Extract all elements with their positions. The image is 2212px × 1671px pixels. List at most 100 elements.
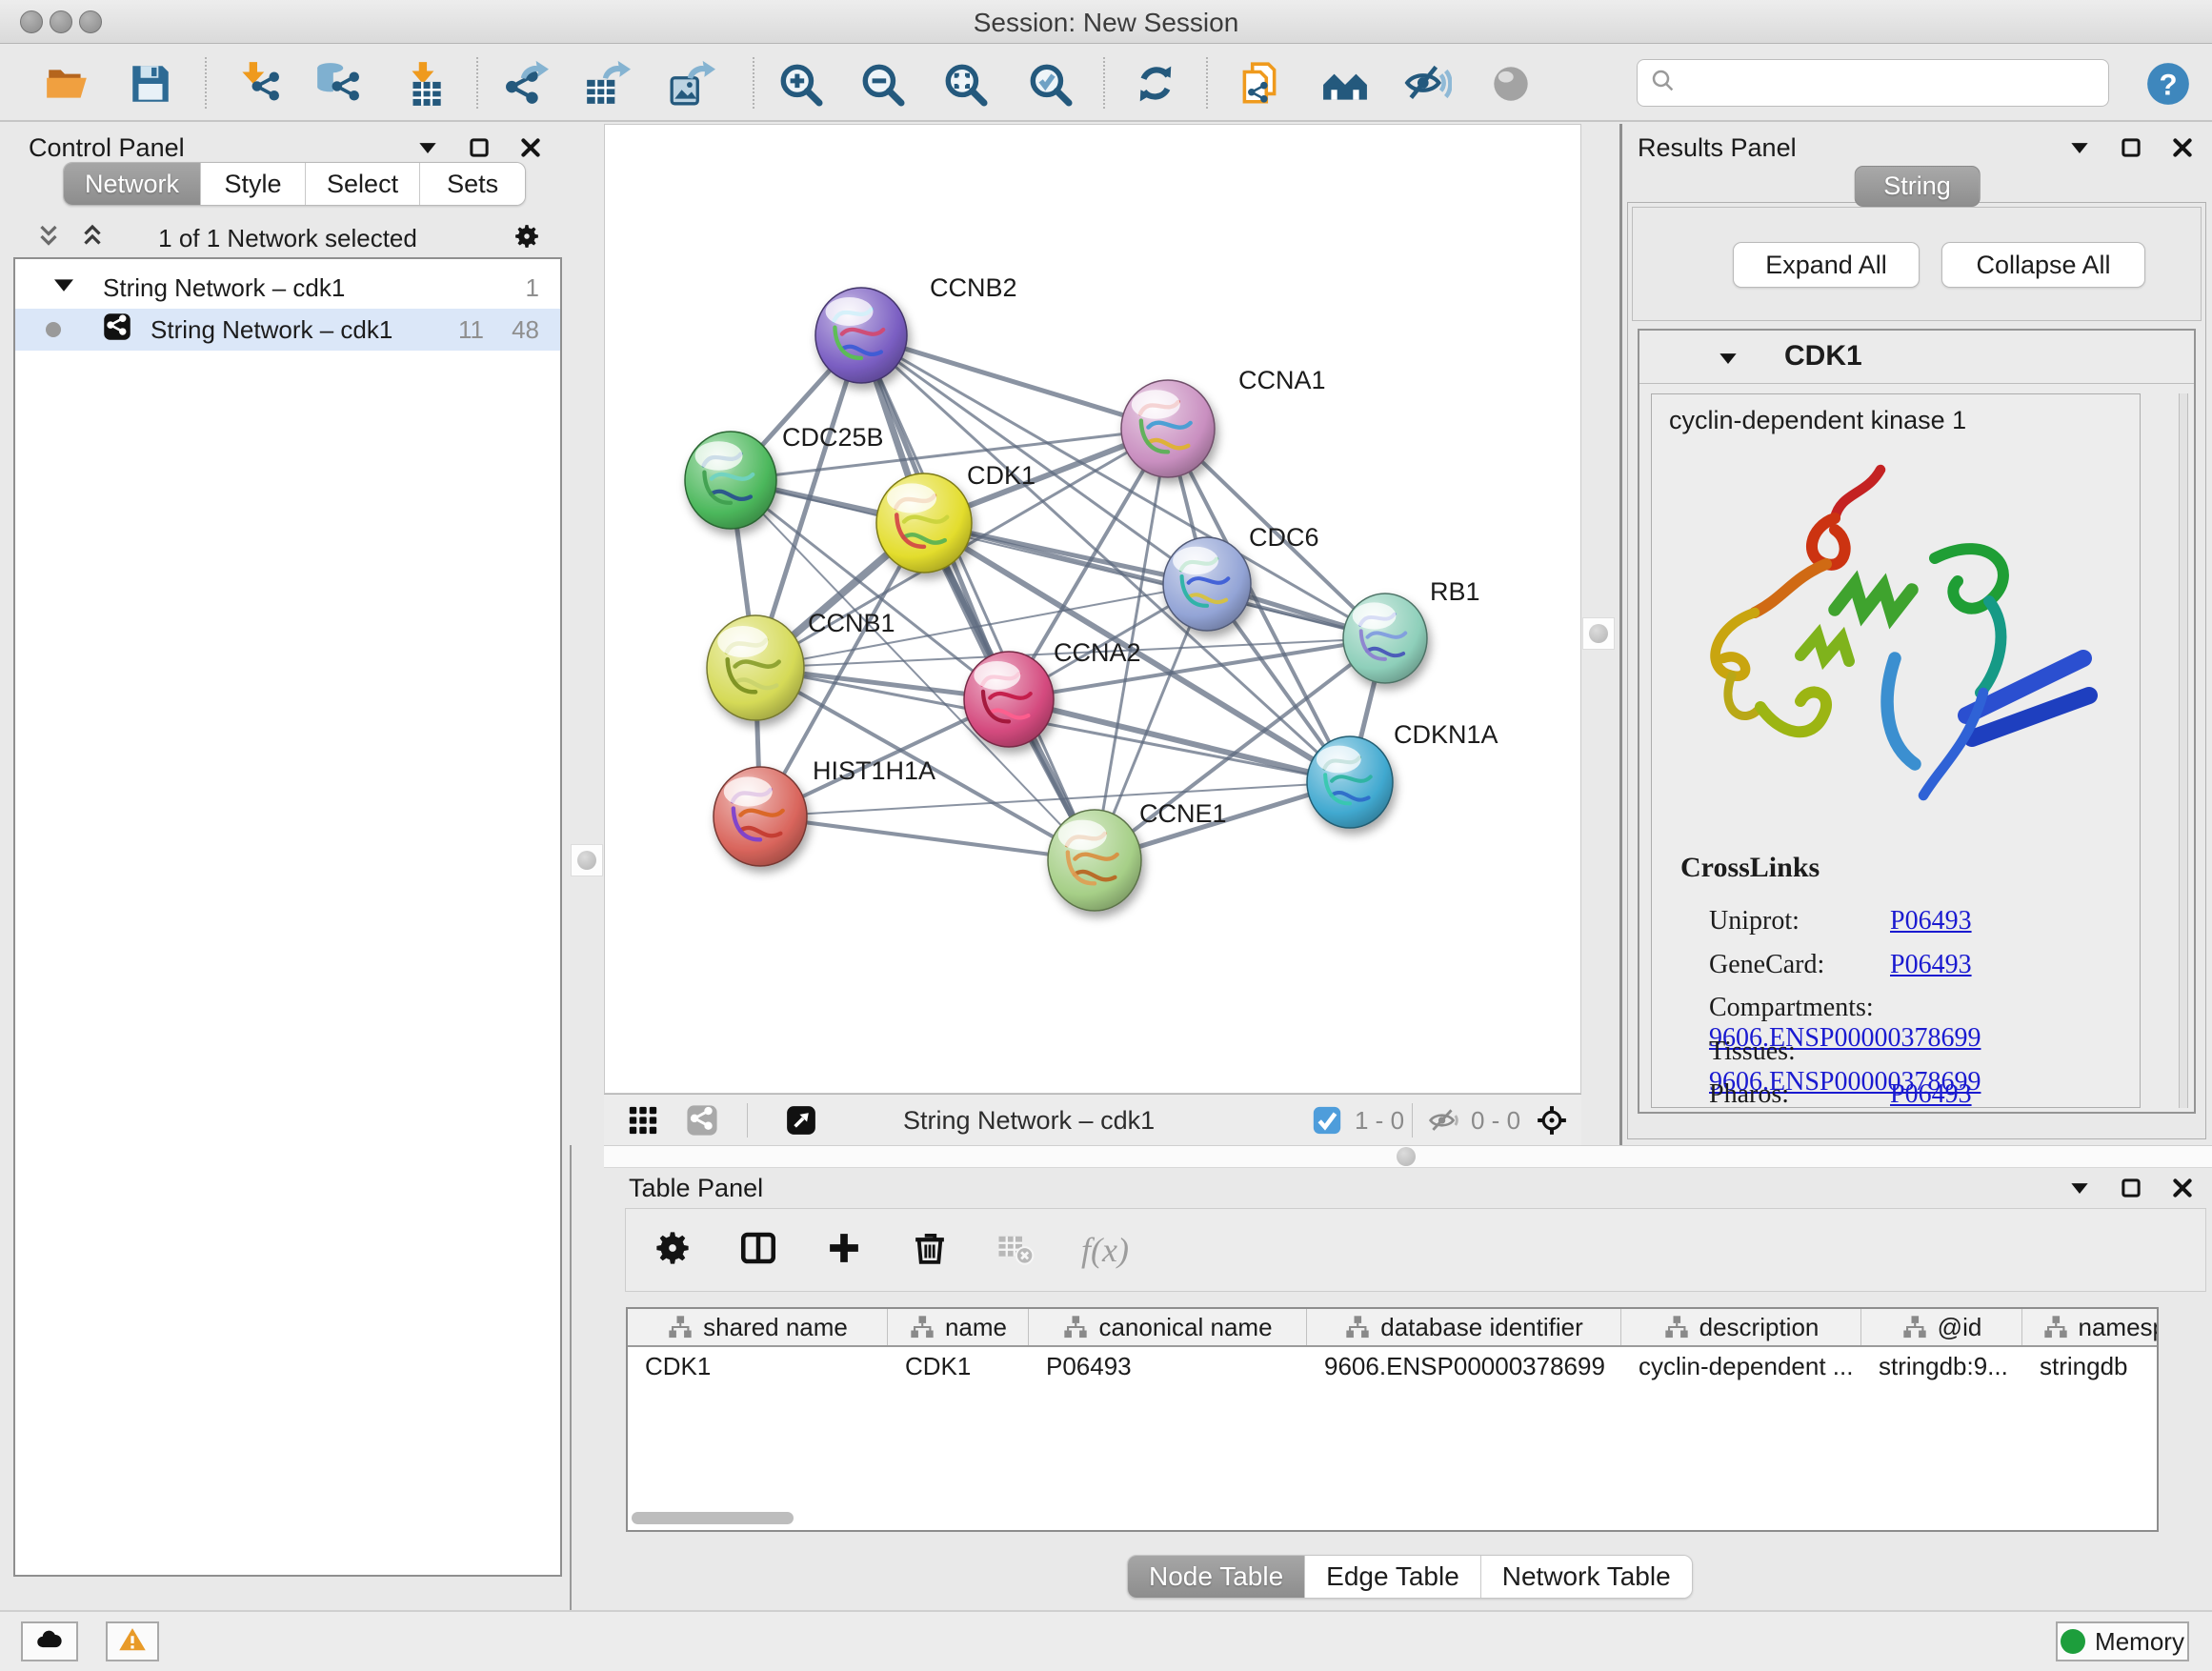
column-header-name[interactable]: name [888,1309,1029,1345]
copy-network-button[interactable] [1233,57,1286,111]
view-string-icon[interactable] [686,1102,718,1138]
network-node[interactable] [1048,810,1141,911]
panel-float-icon[interactable] [2119,135,2143,160]
network-node[interactable] [964,652,1054,747]
table-cell[interactable]: stringdb:9... [1861,1347,2022,1385]
export-table-button[interactable] [580,57,633,111]
column-header-description[interactable]: description [1621,1309,1861,1345]
expand-all-button[interactable]: Expand All [1733,242,1920,288]
network-node[interactable] [815,288,907,383]
results-scrollbar[interactable] [2179,393,2188,1108]
network-svg[interactable]: CCNB2CCNA1CDC25BCDK1CDC6RB1CCNB1CCNA2CDK… [605,125,1580,1093]
network-node[interactable] [876,473,972,573]
panel-float-icon[interactable] [467,135,492,160]
search-field[interactable] [1637,59,2109,107]
network-edge[interactable] [861,335,1168,429]
selected-checkbox-icon[interactable] [1311,1102,1343,1138]
network-node[interactable] [685,432,776,529]
tab-style[interactable]: Style [201,163,306,205]
delete-column-icon[interactable] [910,1228,950,1273]
table-cell[interactable]: cyclin-dependent ... [1621,1347,1861,1385]
import-network-file-button[interactable] [231,57,284,111]
table-cell[interactable]: CDK1 [628,1347,888,1385]
network-node[interactable] [1163,537,1251,631]
left-splitter-handle[interactable] [571,844,603,876]
left-splitter[interactable] [570,124,604,1145]
panel-close-icon[interactable] [518,135,543,160]
crosslink-link[interactable]: P06493 [1890,950,1972,979]
network-node[interactable] [1307,736,1393,828]
show-columns-icon[interactable] [738,1228,778,1273]
column-header-canonical-name[interactable]: canonical name [1029,1309,1307,1345]
network-node[interactable] [707,615,804,720]
panel-close-icon[interactable] [2170,135,2195,160]
column-header-namespac[interactable]: namespac [2022,1309,2159,1345]
horizontal-splitter[interactable] [604,1145,2212,1168]
import-network-database-button[interactable] [311,57,364,111]
section-collapse-icon[interactable] [1716,346,1740,371]
zoom-fit-button[interactable] [938,57,992,111]
column-header-@id[interactable]: @id [1861,1309,2022,1345]
home-views-button[interactable] [1318,57,1372,111]
network-row-selected[interactable]: String Network – cdk1 11 48 [15,309,560,351]
gene-section-cdk1: CDK1 cyclin-dependent kinase 1 CrossLink… [1638,329,2196,1114]
network-node[interactable] [1121,380,1215,477]
add-column-icon[interactable] [824,1228,864,1273]
fit-selected-crosshair-icon[interactable] [1536,1102,1568,1138]
tab-node-table[interactable]: Node Table [1128,1556,1305,1598]
export-network-button[interactable] [498,57,552,111]
table-hscrollbar[interactable] [632,1512,794,1524]
tab-sets[interactable]: Sets [420,163,525,205]
tab-network-table[interactable]: Network Table [1481,1556,1692,1598]
crosslink-link[interactable]: P06493 [1890,906,1972,936]
save-session-button[interactable] [124,57,177,111]
network-node[interactable] [714,767,807,866]
tab-network[interactable]: Network [64,163,201,205]
table-cell[interactable]: stringdb [2022,1347,2159,1385]
crosslink-link[interactable]: P06493 [1890,1079,1972,1108]
network-options-gear-icon[interactable] [513,222,541,255]
right-splitter[interactable] [1581,124,1617,1145]
network-node[interactable] [1343,594,1427,683]
panel-collapse-icon[interactable] [2067,1176,2092,1200]
zoom-in-button[interactable] [774,57,827,111]
gene-section-header[interactable]: CDK1 [1639,331,2194,384]
zoom-selected-button[interactable] [1023,57,1076,111]
table-cell[interactable]: P06493 [1029,1347,1307,1385]
panel-collapse-icon[interactable] [2067,135,2092,160]
column-header-database-identifier[interactable]: database identifier [1307,1309,1621,1345]
warnings-button[interactable] [106,1621,159,1661]
horizontal-splitter-handle[interactable] [1397,1147,1416,1166]
tab-string[interactable]: String [1854,166,1981,207]
network-edge[interactable] [760,816,1095,860]
open-file-button[interactable] [40,57,93,111]
refresh-button[interactable] [1129,57,1182,111]
tree-expand-icon[interactable] [50,271,78,306]
import-table-button[interactable] [398,57,452,111]
level-of-detail-button[interactable] [1484,57,1538,111]
table-row[interactable]: CDK1CDK1P064939606.ENSP00000378699cyclin… [628,1347,2157,1385]
network-canvas[interactable]: CCNB2CCNA1CDC25BCDK1CDC6RB1CCNB1CCNA2CDK… [604,124,1581,1094]
search-input[interactable] [1685,69,2108,98]
birds-eye-view-icon[interactable] [785,1102,817,1138]
memory-button[interactable]: Memory [2056,1621,2189,1661]
cloud-button[interactable] [21,1621,78,1661]
table-options-gear-icon[interactable] [653,1228,693,1273]
panel-close-icon[interactable] [2170,1176,2195,1200]
hidden-eye-icon[interactable] [1427,1102,1459,1138]
tab-select[interactable]: Select [306,163,420,205]
collapse-all-button[interactable]: Collapse All [1941,242,2145,288]
panel-float-icon[interactable] [2119,1176,2143,1200]
help-button[interactable]: ? [2142,57,2195,111]
network-collection-row[interactable]: String Network – cdk1 1 [15,267,560,309]
show-hide-graphics-button[interactable] [1401,57,1455,111]
export-image-button[interactable] [665,57,718,111]
tab-edge-table[interactable]: Edge Table [1305,1556,1481,1598]
table-cell[interactable]: 9606.ENSP00000378699 [1307,1347,1621,1385]
panel-collapse-icon[interactable] [415,135,440,160]
table-cell[interactable]: CDK1 [888,1347,1029,1385]
zoom-out-button[interactable] [855,57,909,111]
right-splitter-handle[interactable] [1582,617,1615,650]
column-header-shared-name[interactable]: shared name [628,1309,888,1345]
view-grid-icon[interactable] [627,1102,659,1138]
